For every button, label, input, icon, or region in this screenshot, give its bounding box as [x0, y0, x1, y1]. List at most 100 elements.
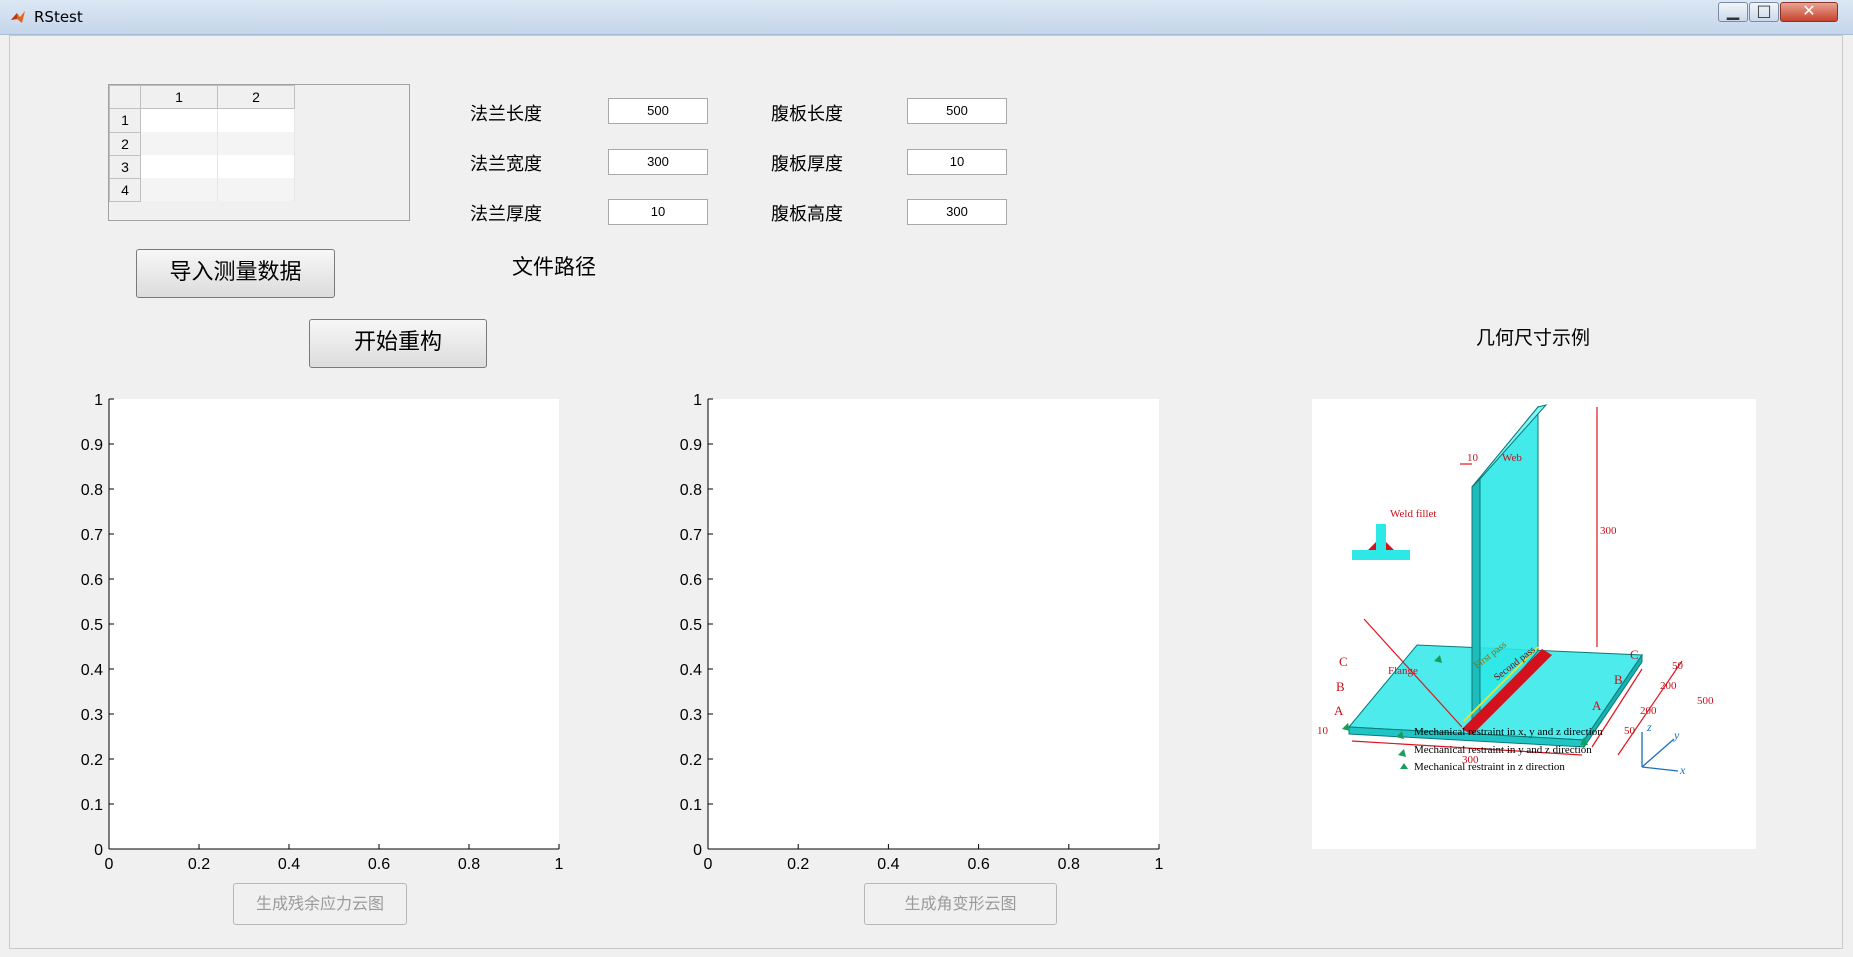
title-bar: RStest ▁ □ ✕ — [0, 0, 1853, 35]
matlab-icon — [11, 11, 25, 23]
flange-width-field[interactable]: 300 — [608, 149, 708, 175]
label-a-right: A — [1592, 698, 1602, 713]
window-title: RStest — [34, 8, 83, 26]
table-row-header[interactable]: 2 — [109, 131, 141, 156]
weld-fillet-label: Weld fillet — [1390, 508, 1436, 520]
angular-deformation-plot[interactable]: 0 0.1 0.2 0.3 0.4 0.5 0.6 0.7 0.8 0.9 1 0 0.2 0.4 0.6 0… — [680, 392, 1164, 873]
deform-axes-x-tick-label: 0.6 — [967, 856, 989, 873]
residual-stress-plot[interactable]: 0 0.1 0.2 0.3 0.4 0.5 0.6 0.7 0.8 0.9 1 0 0.2 0.4 0.6 0… — [81, 392, 564, 873]
stress-axes-y-tick-label: 0.8 — [81, 482, 103, 499]
table-row-header[interactable]: 3 — [109, 154, 141, 179]
stress-axes-x-tick-label: 1 — [555, 856, 564, 873]
deform-axes-x-tick-label: 0.2 — [787, 856, 809, 873]
dim-200-b: 200 — [1640, 705, 1657, 717]
deform-axes-y-tick-label: 0.5 — [680, 617, 702, 634]
stress-axes-y-tick-label: 0.4 — [81, 662, 103, 679]
legend-yz: Mechanical restraint in y and z directio… — [1414, 744, 1592, 756]
deform-axes-x-tick-label: 0.8 — [1058, 856, 1080, 873]
cross-section-inset — [1352, 524, 1410, 560]
maximize-icon: □ — [1756, 1, 1772, 20]
stress-axes-y-tick-label: 0.1 — [81, 797, 103, 814]
table-cell[interactable] — [140, 178, 218, 201]
label-c-right: C — [1630, 647, 1639, 662]
web-label: Web — [1502, 452, 1522, 464]
stress-axes-x-tick-label: 0.4 — [278, 856, 300, 873]
label-b-left: B — [1336, 679, 1345, 694]
residual-stress-axes[interactable]: 0 0.1 0.2 0.3 0.4 0.5 0.6 0.7 0.8 0.9 1 0 0.2 0.4 0.6 0… — [81, 392, 564, 873]
stress-axes-y-tick-label: 0.3 — [81, 707, 103, 724]
table-cell[interactable] — [140, 108, 218, 132]
minimize-button[interactable]: ▁ — [1718, 1, 1748, 22]
stress-axes-background — [109, 399, 559, 849]
web-length-field[interactable]: 500 — [907, 98, 1007, 124]
geometry-example-image: 10 300 10 300 50 200 200 50 500 C B A C … — [1312, 399, 1756, 849]
deform-axes-background — [708, 399, 1159, 849]
t-joint-diagram: 10 300 10 300 50 200 200 50 500 C B A C … — [1317, 404, 1714, 777]
stress-axes-y-tick-label: 0.7 — [81, 527, 103, 544]
start-reconstruct-button[interactable]: 开始重构 — [309, 319, 487, 368]
axis-y-label: y — [1673, 728, 1680, 742]
close-button[interactable]: ✕ — [1780, 1, 1838, 22]
table-cell[interactable] — [217, 155, 295, 178]
stress-axes-y-tick-label: 0.5 — [81, 617, 103, 634]
table-cell[interactable] — [217, 132, 295, 155]
stress-axes-x-tick-label: 0.8 — [458, 856, 480, 873]
geometry-example-title: 几何尺寸示例 — [1476, 327, 1591, 349]
app-window: RStest ▁ □ ✕ 1 2 1 2 3 4 法兰长度 500 法兰宽度 3… — [0, 0, 1853, 957]
deform-axes-y-tick-label: 0 — [693, 842, 702, 859]
web-thickness-field[interactable]: 10 — [907, 149, 1007, 175]
deform-axes-y-tick-label: 0.2 — [680, 752, 702, 769]
web-height-field[interactable]: 300 — [907, 199, 1007, 225]
measurement-table[interactable]: 1 2 1 2 3 4 — [108, 84, 410, 221]
dim-flange-length: 500 — [1697, 695, 1714, 707]
angular-deformation-axes[interactable]: 0 0.1 0.2 0.3 0.4 0.5 0.6 0.7 0.8 0.9 1 0 0.2 0.4 0.6 0… — [680, 392, 1164, 873]
table-cell[interactable] — [217, 178, 295, 201]
file-path-label: 文件路径 — [512, 255, 596, 279]
legend-z: Mechanical restraint in z direction — [1414, 761, 1565, 773]
label-a-left: A — [1334, 703, 1344, 718]
stress-axes-x-tick-label: 0 — [105, 856, 114, 873]
label-b-right: B — [1614, 672, 1623, 687]
web-thickness-label: 腹板厚度 — [771, 154, 843, 175]
deform-axes-x-tick-label: 1 — [1155, 856, 1164, 873]
deform-axes-y-tick-label: 0.9 — [680, 437, 702, 454]
stress-axes-y-tick-label: 0.9 — [81, 437, 103, 454]
flange-length-label: 法兰长度 — [470, 104, 542, 125]
table-row-header[interactable]: 1 — [109, 108, 141, 133]
table-cell[interactable] — [217, 108, 295, 132]
deform-axes-y-tick-label: 0.8 — [680, 482, 702, 499]
stress-axes-y-tick-label: 0.2 — [81, 752, 103, 769]
dim-web-height: 300 — [1600, 525, 1617, 537]
deform-axes-x-tick-label: 0.4 — [877, 856, 899, 873]
dim-web-thickness: 10 — [1467, 452, 1479, 464]
web-length-label: 腹板长度 — [771, 104, 843, 125]
flange-length-field[interactable]: 500 — [608, 98, 708, 124]
deform-axes-y-tick-label: 0.7 — [680, 527, 702, 544]
dim-50-b: 50 — [1624, 725, 1636, 737]
table-cell[interactable] — [140, 155, 218, 178]
table-column-header[interactable]: 1 — [140, 85, 218, 109]
deform-axes-y-tick-label: 1 — [693, 392, 702, 409]
web-height-label: 腹板高度 — [771, 204, 843, 225]
generate-deformation-map-button[interactable]: 生成角变形云图 — [864, 883, 1057, 925]
maximize-button[interactable]: □ — [1749, 1, 1779, 22]
table-cell[interactable] — [140, 132, 218, 155]
deform-axes-y-tick-label: 0.6 — [680, 572, 702, 589]
deform-axes-y-tick-label: 0.3 — [680, 707, 702, 724]
stress-axes-y-tick-label: 0.6 — [81, 572, 103, 589]
dim-flange-thickness: 10 — [1317, 725, 1329, 737]
deform-axes-y-tick-label: 0.1 — [680, 797, 702, 814]
deform-axes-y-tick-label: 0.4 — [680, 662, 702, 679]
generate-stress-map-button[interactable]: 生成残余应力云图 — [233, 883, 407, 925]
table-row-header[interactable]: 4 — [109, 177, 141, 202]
flange-thickness-field[interactable]: 10 — [608, 199, 708, 225]
table-corner — [109, 85, 141, 109]
flange-thickness-label: 法兰厚度 — [470, 204, 542, 225]
stress-axes-x-tick-label: 0.2 — [188, 856, 210, 873]
dim-200-a: 200 — [1660, 680, 1677, 692]
minimize-icon: ▁ — [1726, 1, 1740, 20]
table-column-header[interactable]: 2 — [217, 85, 295, 109]
flange-width-label: 法兰宽度 — [470, 154, 542, 175]
close-icon: ✕ — [1802, 1, 1816, 20]
import-data-button[interactable]: 导入测量数据 — [136, 249, 335, 298]
